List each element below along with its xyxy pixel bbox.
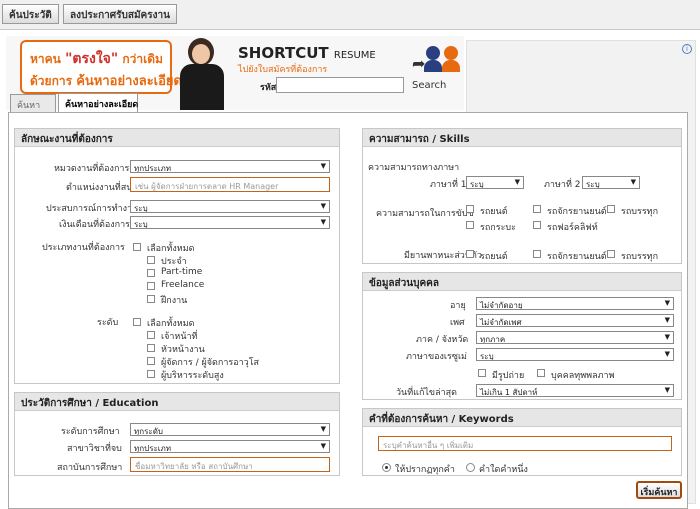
resume-code-label: รหัส — [260, 83, 277, 93]
resume-language-label: ภาษาของเรซูเม่ — [406, 352, 467, 362]
match-any-label: คำใดคำหนึ่ง — [479, 465, 528, 475]
drive-truck-label: รถบรรทุก — [621, 207, 659, 217]
personal-section-header: ข้อมูลส่วนบุคคล — [363, 273, 681, 291]
drive-pickup-checkbox[interactable] — [466, 221, 474, 229]
drive-truck-checkbox[interactable] — [607, 205, 615, 213]
region-select[interactable]: ทุกภาค ▼ — [476, 331, 674, 344]
keywords-input[interactable]: ระบุคำค้นหาอื่น ๆ เพิ่มเติม — [378, 436, 672, 451]
match-any-radio[interactable] — [466, 463, 475, 472]
jobtype-all-checkbox[interactable] — [133, 243, 141, 251]
salary-label: เงินเดือนที่ต้องการ — [59, 220, 131, 230]
promo-line-1: หาคน "ตรงใจ" กว่าเดิม — [30, 51, 163, 67]
match-all-radio[interactable] — [382, 463, 391, 472]
skills-section-header: ความสามารถ / Skills — [363, 129, 681, 147]
promo-box: หาคน "ตรงใจ" กว่าเดิม ด้วยการ ค้นหาอย่าง… — [20, 40, 182, 94]
has-photo-label: มีรูปถ่าย — [492, 371, 525, 381]
jobtype-intern-checkbox[interactable] — [147, 295, 155, 303]
level-manager-checkbox[interactable] — [147, 357, 155, 365]
drive-car-checkbox[interactable] — [466, 205, 474, 213]
tab-basic-search[interactable]: ค้นหา — [10, 94, 56, 112]
keywords-section-header: คำที่ต้องการค้นหา / Keywords — [363, 409, 681, 427]
people-icon — [424, 46, 466, 72]
person-image — [174, 36, 230, 110]
institute-input[interactable]: ชื่อมหาวิทยาลัย หรือ สถาบันศึกษา — [130, 457, 330, 472]
lang2-label: ภาษาที่ 2 — [544, 180, 581, 190]
disabled-person-checkbox[interactable] — [537, 369, 545, 377]
jobtype-fulltime-checkbox[interactable] — [147, 256, 155, 264]
jobtype-freelance-checkbox[interactable] — [147, 282, 155, 290]
lang-header: ความสามารถทางภาษา — [368, 163, 460, 173]
gender-select[interactable]: ไม่จำกัดเพศ ▼ — [476, 314, 674, 327]
search-resume-button[interactable]: ค้นประวัติ — [2, 4, 59, 24]
edu-level-select[interactable]: ทุกระดับ ▼ — [130, 423, 330, 436]
experience-select[interactable]: ระบุ ▼ — [130, 200, 330, 213]
level-all-checkbox[interactable] — [133, 318, 141, 326]
salary-select[interactable]: ระบุ ▼ — [130, 216, 330, 229]
shortcut-subtitle: ไปยังใบสมัครที่ต้องการ — [238, 65, 328, 75]
experience-label: ประสบการณ์การทำงาน — [46, 204, 139, 214]
disabled-person-label: บุคคลทุพพลภาพ — [551, 371, 615, 381]
age-label: อายุ — [450, 301, 466, 311]
jobtype-label: ประเภทงานที่ต้องการ — [42, 243, 125, 253]
age-select[interactable]: ไม่จำกัดอายุ ▼ — [476, 297, 674, 310]
start-search-button[interactable]: เริ่มค้นหา — [636, 481, 682, 499]
info-icon[interactable]: i — [682, 44, 692, 54]
lang1-label: ภาษาที่ 1 — [430, 180, 467, 190]
jobtype-fulltime-label: ประจำ — [161, 257, 187, 267]
updated-select[interactable]: ไม่เกิน 1 สัปดาห์ ▼ — [476, 384, 674, 397]
level-staff-checkbox[interactable] — [147, 331, 155, 339]
tab-advanced-search[interactable]: ค้นหาอย่างละเอียด — [58, 93, 138, 113]
has-photo-checkbox[interactable] — [478, 369, 486, 377]
skills-section: ความสามารถ / Skills — [362, 128, 682, 264]
jobtype-all-label: เลือกทั้งหมด — [147, 244, 195, 254]
vehicle-car-checkbox[interactable] — [466, 250, 474, 258]
shortcut-search-link[interactable]: Search — [412, 80, 446, 91]
gender-label: เพศ — [450, 318, 465, 328]
drive-forklift-checkbox[interactable] — [533, 221, 541, 229]
vehicle-truck-checkbox[interactable] — [607, 250, 615, 258]
level-supervisor-label: หัวหน้างาน — [161, 345, 205, 355]
position-input[interactable]: เช่น ผู้จัดการฝ่ายการตลาด HR Manager — [130, 177, 330, 192]
drive-motorcycle-label: รถจักรยานยนต์ — [547, 207, 607, 217]
jobtype-parttime-label: Part-time — [161, 267, 203, 277]
drive-pickup-label: รถกระบะ — [480, 223, 516, 233]
level-staff-label: เจ้าหน้าที่ — [161, 332, 198, 342]
vehicle-car-label: รถยนต์ — [480, 252, 508, 262]
edu-level-label: ระดับการศึกษา — [61, 427, 120, 437]
institute-label: สถาบันการศึกษา — [57, 463, 123, 473]
major-label: สาขาวิชาที่จบ — [67, 444, 122, 454]
lang1-select[interactable]: ระบุ ▼ — [466, 176, 524, 189]
level-label: ระดับ — [97, 318, 119, 328]
drive-car-label: รถยนต์ — [480, 207, 508, 217]
updated-label: วันที่แก้ไขล่าสุด — [396, 388, 457, 398]
post-job-button[interactable]: ลงประกาศรับสมัครงาน — [63, 4, 177, 24]
vehicle-motorcycle-label: รถจักรยานยนต์ — [547, 252, 607, 262]
level-executive-checkbox[interactable] — [147, 370, 155, 378]
level-supervisor-checkbox[interactable] — [147, 344, 155, 352]
vehicle-motorcycle-checkbox[interactable] — [533, 250, 541, 258]
drive-label: ความสามารถในการขับขี่ — [376, 209, 474, 219]
drive-motorcycle-checkbox[interactable] — [533, 205, 541, 213]
level-executive-label: ผู้บริหารระดับสูง — [161, 371, 224, 381]
level-all-label: เลือกทั้งหมด — [147, 319, 195, 329]
drive-forklift-label: รถฟอร์คลิฟท์ — [547, 223, 598, 233]
jobtype-freelance-label: Freelance — [161, 280, 205, 290]
category-select[interactable]: ทุกประเภท ▼ — [130, 160, 330, 173]
lang2-select[interactable]: ระบุ ▼ — [582, 176, 640, 189]
jobtype-intern-label: ฝึกงาน — [161, 296, 188, 306]
jobtype-parttime-checkbox[interactable] — [147, 269, 155, 277]
top-nav: ค้นประวัติ ลงประกาศรับสมัครงาน — [0, 0, 700, 30]
job-section-header: ลักษณะงานที่ต้องการ — [15, 129, 339, 147]
vehicle-truck-label: รถบรรทุก — [621, 252, 659, 262]
resume-language-select[interactable]: ระบุ ▼ — [476, 348, 674, 361]
region-label: ภาค / จังหวัด — [416, 335, 469, 345]
level-manager-label: ผู้จัดการ / ผู้จัดการอาวุโส — [161, 358, 260, 368]
resume-code-input[interactable] — [276, 77, 404, 93]
match-all-label: ให้ปรากฏทุกคำ — [395, 465, 455, 475]
education-section-header: ประวัติการศึกษา / Education — [15, 393, 339, 411]
promo-line-2: ด้วยการ ค้นหาอย่างละเอียด — [30, 74, 182, 89]
shortcut-title: SHORTCUT RESUME — [238, 44, 376, 62]
major-select[interactable]: ทุกประเภท ▼ — [130, 440, 330, 453]
